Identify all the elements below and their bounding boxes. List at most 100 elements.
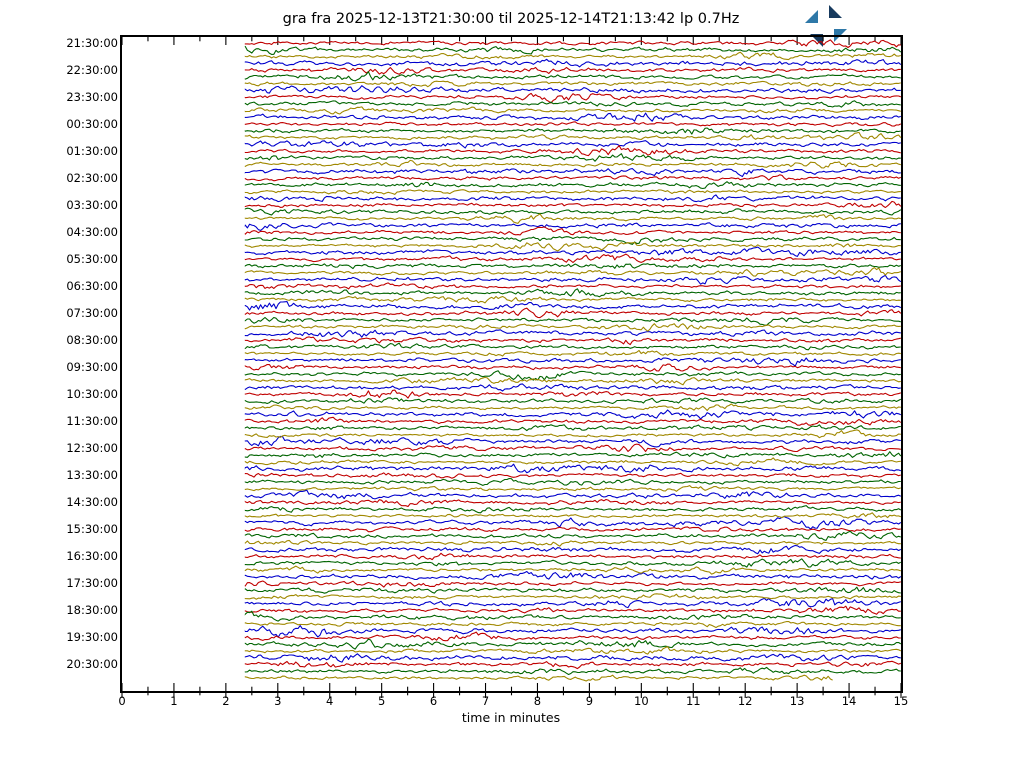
seismic-trace-blue xyxy=(244,516,902,530)
seismic-trace-red xyxy=(244,552,901,561)
seismic-trace-red xyxy=(244,307,902,319)
seismic-trace-olive xyxy=(244,593,901,600)
seismic-trace-red xyxy=(244,253,901,264)
seismic-trace-green xyxy=(244,153,901,162)
x-axis-tick-label: 4 xyxy=(326,694,334,708)
x-axis-tick-label: 12 xyxy=(737,694,753,708)
seismic-trace-red xyxy=(244,389,901,399)
x-axis-tick-label: 10 xyxy=(634,694,649,708)
seismic-trace-olive xyxy=(244,646,902,655)
seismic-trace-blue xyxy=(244,301,902,311)
seismic-trace-blue xyxy=(244,489,902,500)
seismic-trace-blue xyxy=(244,329,901,338)
y-axis-label: 22:30:00 xyxy=(66,63,118,78)
seismic-trace-blue xyxy=(244,463,902,474)
seismic-trace-blue xyxy=(244,274,902,285)
seismic-trace-red xyxy=(244,580,901,588)
seismic-trace-blue xyxy=(244,597,901,609)
y-axis-label: 04:30:00 xyxy=(66,225,118,240)
seismic-trace-olive xyxy=(244,159,901,169)
y-axis-label: 16:30:00 xyxy=(66,549,118,564)
seismic-trace-green xyxy=(244,207,902,216)
seismic-trace-blue xyxy=(244,85,901,94)
seismic-trace-green xyxy=(244,638,902,650)
y-axis-label: 12:30:00 xyxy=(66,441,118,456)
seismic-trace-red xyxy=(244,121,902,128)
seismic-trace-red xyxy=(244,363,901,372)
helicorder-page: gra fra 2025-12-13T21:30:00 til 2025-12-… xyxy=(0,0,1024,768)
seismic-trace-blue xyxy=(244,570,902,581)
seismic-trace-green xyxy=(244,127,901,135)
seismic-trace-olive xyxy=(244,349,901,357)
seismic-trace-green xyxy=(244,288,901,298)
seismic-trace-green xyxy=(244,451,902,459)
seismic-trace-green xyxy=(244,100,901,108)
seismic-trace-green xyxy=(244,181,901,190)
seismic-trace-blue xyxy=(244,112,901,122)
x-axis-tick-label: 2 xyxy=(222,694,230,708)
x-axis-tick-label: 1 xyxy=(170,694,178,708)
x-axis-tick-label: 0 xyxy=(118,694,126,708)
y-axis-label: 20:30:00 xyxy=(66,657,118,672)
seismic-trace-green xyxy=(244,342,901,351)
x-axis-tick-label: 15 xyxy=(893,694,909,708)
y-axis-label: 05:30:00 xyxy=(66,252,118,267)
seismic-trace-olive xyxy=(244,131,902,141)
seismic-trace-blue xyxy=(244,544,902,555)
seismic-trace-green xyxy=(244,263,901,270)
seismic-trace-green xyxy=(244,610,901,622)
seismic-trace-green xyxy=(244,236,901,245)
y-axis-label: 09:30:00 xyxy=(66,360,118,375)
seismic-trace-red xyxy=(244,443,901,453)
y-axis-label: 07:30:00 xyxy=(66,306,118,321)
seismic-trace-red xyxy=(244,336,901,346)
seismic-trace-green xyxy=(244,71,901,82)
seismic-trace-blue xyxy=(244,140,901,149)
seismic-trace-green xyxy=(244,477,901,486)
seismic-trace-olive xyxy=(244,267,901,277)
seismic-trace-red xyxy=(244,631,901,642)
seismic-trace-red xyxy=(244,282,901,290)
y-axis-label: 17:30:00 xyxy=(66,576,118,591)
seismic-trace-olive xyxy=(244,565,901,575)
helicorder-plot xyxy=(120,35,903,698)
y-axis-label: 10:30:00 xyxy=(66,387,118,402)
seismic-trace-blue xyxy=(244,653,901,663)
seismic-trace-blue xyxy=(244,194,901,203)
seismic-trace-green xyxy=(244,370,901,381)
seismic-trace-olive xyxy=(244,241,901,252)
y-axis-label: 15:30:00 xyxy=(66,522,118,537)
y-axis-label: 01:30:00 xyxy=(66,144,118,159)
y-axis-label: 06:30:00 xyxy=(66,279,118,294)
seismic-trace-red xyxy=(244,174,902,182)
seismic-trace-green xyxy=(244,666,901,676)
x-axis-tick-label: 3 xyxy=(274,694,282,708)
seismic-trace-red xyxy=(244,145,901,157)
y-axis-label: 21:30:00 xyxy=(66,36,118,50)
x-axis-tick-label: 14 xyxy=(841,694,857,708)
seismic-trace-green xyxy=(244,45,902,55)
x-axis-tick-label: 8 xyxy=(533,694,542,708)
x-axis-tick-label: 11 xyxy=(685,694,701,708)
seismic-trace-red xyxy=(244,526,901,533)
seismic-trace-blue xyxy=(244,625,901,638)
y-axis-label: 23:30:00 xyxy=(66,90,118,105)
seismic-trace-blue xyxy=(244,168,901,178)
seismic-trace-green xyxy=(244,316,901,326)
seismic-trace-red xyxy=(244,605,901,615)
seismic-trace-green xyxy=(244,586,901,594)
y-axis-label: 19:30:00 xyxy=(66,630,118,645)
y-axis-label: 02:30:00 xyxy=(66,171,118,186)
x-axis-title: time in minutes xyxy=(461,710,561,725)
seismic-trace-blue xyxy=(244,435,901,448)
y-axis-label: 08:30:00 xyxy=(66,333,118,348)
x-axis-tick-label: 7 xyxy=(481,694,490,708)
seismic-trace-red xyxy=(244,472,901,479)
seismic-trace-olive xyxy=(244,106,901,115)
seismic-trace-red xyxy=(244,660,901,670)
y-axis-label: 00:30:00 xyxy=(66,117,118,132)
y-axis-label: 13:30:00 xyxy=(66,468,118,483)
seismic-trace-olive xyxy=(244,674,833,682)
seismic-trace-blue xyxy=(244,357,901,367)
seismic-trace-olive xyxy=(244,620,901,629)
